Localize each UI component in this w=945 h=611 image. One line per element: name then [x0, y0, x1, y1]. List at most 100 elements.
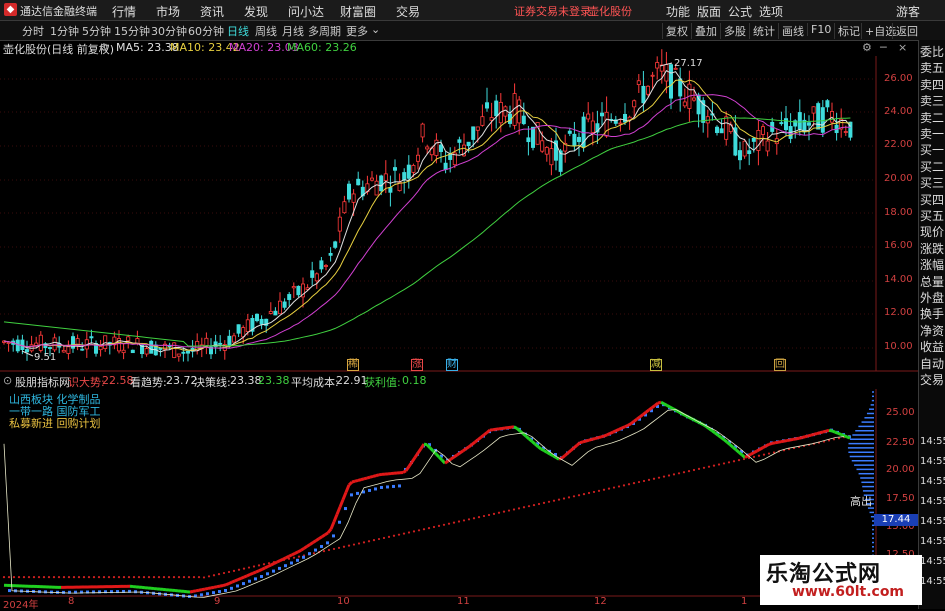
trend-segment [451, 457, 454, 459]
avg-cost-dot [223, 572, 225, 574]
trend-segment [790, 439, 793, 440]
sub-y-tick: 17.50 [886, 493, 915, 504]
trend-segment [607, 434, 610, 435]
avg-cost-dot [703, 467, 705, 469]
candle-body [472, 127, 475, 140]
trend-segment [664, 404, 667, 406]
event-tag[interactable]: 财 [446, 359, 458, 371]
avg-cost-dot [393, 535, 395, 537]
avg-cost-dot [188, 576, 190, 578]
avg-cost-dot [133, 576, 135, 578]
trend-segment [442, 460, 445, 463]
trend-segment [787, 440, 790, 441]
candle-body [531, 127, 534, 147]
trend-segment [211, 587, 214, 588]
candle-body [619, 123, 622, 124]
event-tag[interactable]: 减 [650, 359, 662, 371]
trend-segment [319, 537, 322, 539]
avg-cost-dot [753, 456, 755, 458]
avg-cost-dot [253, 565, 255, 567]
trend-segment [766, 444, 769, 446]
decision-dot [314, 549, 317, 552]
trend-segment [220, 586, 223, 587]
avg-cost-dot [398, 534, 400, 536]
trend-segment [355, 480, 358, 481]
trend-segment [316, 539, 319, 541]
trend-segment [637, 417, 640, 419]
avg-cost-dot [658, 477, 660, 479]
trend-segment [331, 522, 334, 529]
trend-segment [232, 581, 235, 582]
date-label: 10 [337, 596, 350, 607]
low-price-label: 9.51 [34, 352, 56, 363]
avg-cost-dot [248, 566, 250, 568]
trend-segment [667, 405, 670, 407]
avg-cost-dot [768, 452, 770, 454]
avg-cost-dot [673, 473, 675, 475]
trend-segment [214, 587, 217, 588]
quote-field-label[interactable]: 自动 [920, 356, 944, 372]
candle-body [232, 336, 235, 342]
candle-body [568, 131, 571, 133]
candle-body [352, 194, 355, 202]
avg-cost-dot [508, 509, 510, 511]
trend-segment [241, 577, 244, 578]
trend-segment [541, 449, 544, 451]
avg-cost-dot [73, 576, 75, 578]
trend-segment [466, 447, 469, 449]
decision-dot [230, 587, 233, 590]
high-price-label: 27.17 [674, 58, 703, 69]
trade-time: 14:55 [920, 454, 945, 470]
avg-cost-dot [563, 497, 565, 499]
candle-body [637, 81, 640, 85]
trend-segment [769, 443, 772, 444]
candle-body [527, 138, 530, 142]
indicator-menu-icon[interactable]: ⊙ [3, 374, 12, 387]
avg-cost-dot [343, 546, 345, 548]
quote-field-label: 卖三 [920, 93, 944, 109]
quote-field-label: 买三 [920, 175, 944, 191]
avg-cost-dot [408, 531, 410, 533]
candle-body [380, 176, 383, 191]
trend-segment [199, 590, 202, 591]
candle-body [67, 347, 70, 354]
candle-body [389, 188, 392, 193]
decision-dot [236, 584, 239, 587]
avg-cost-dot [138, 576, 140, 578]
trend-segment [424, 444, 427, 445]
avg-cost-dot [483, 515, 485, 517]
avg-cost-dot [323, 550, 325, 552]
candle-body [237, 325, 240, 334]
candle-body [283, 302, 286, 307]
avg-cost-dot [648, 479, 650, 481]
candle-body [485, 103, 488, 108]
indicator-name[interactable]: 股朋指标网 [15, 374, 70, 390]
event-tag[interactable]: 稀 [347, 359, 359, 371]
candle-body [324, 265, 327, 266]
avg-cost-dot [148, 576, 150, 578]
quote-field-label: 外盘 [920, 290, 944, 306]
avg-cost-dot [263, 563, 265, 565]
chart-canvas[interactable]: 27.17 9.51 [0, 0, 945, 609]
avg-cost-dot [103, 576, 105, 578]
trend-segment [217, 586, 220, 587]
candle-body [541, 141, 544, 151]
y-tick: 12.00 [884, 307, 913, 318]
event-tag[interactable]: 回 [774, 359, 786, 371]
trend-segment [661, 402, 664, 404]
quote-field-label[interactable]: 交易 [920, 372, 944, 388]
decision-value: 23.38 [230, 374, 262, 387]
trend-segment [361, 479, 364, 480]
event-tag[interactable]: 涨 [411, 359, 423, 371]
candle-body [403, 173, 406, 180]
trend-segment [847, 437, 850, 438]
trend-segment [196, 590, 199, 591]
decision-dot [302, 556, 305, 559]
trend-segment [226, 583, 229, 584]
trend-segment [529, 439, 532, 442]
avg-cost-dot [313, 552, 315, 554]
trend-segment [643, 412, 646, 414]
candle-body [577, 137, 580, 141]
candle-body [646, 86, 649, 94]
trend-segment [610, 432, 613, 433]
